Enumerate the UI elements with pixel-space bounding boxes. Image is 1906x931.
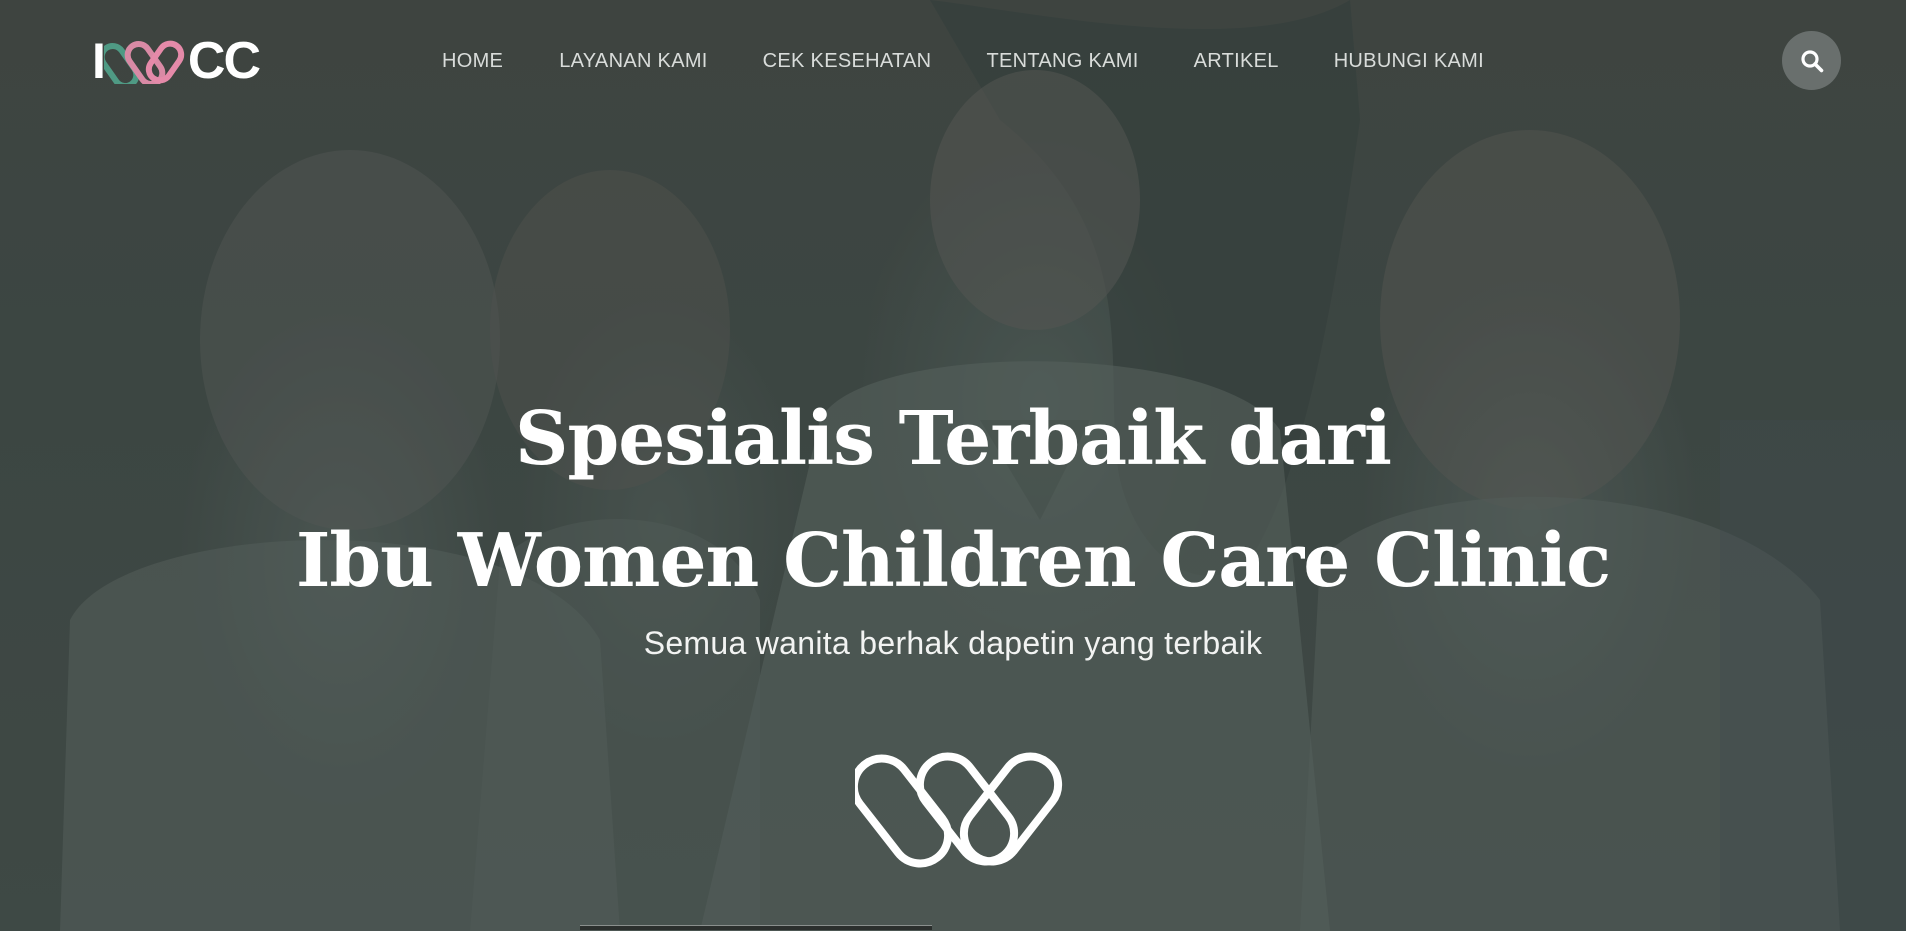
hero-title-line-1: Spesialis Terbaik dari (515, 396, 1392, 482)
search-icon (1800, 49, 1823, 72)
nav-item-layanan-kami[interactable]: LAYANAN KAMI (559, 50, 707, 73)
nav-item-home[interactable]: HOME (442, 50, 503, 73)
nav-item-artikel[interactable]: ARTIKEL (1194, 50, 1279, 73)
hero-title: Spesialis Terbaik dari Ibu Women Childre… (0, 378, 1906, 622)
site-logo[interactable]: I CC (92, 32, 267, 90)
horizontal-scrollbar[interactable] (580, 925, 932, 930)
search-button[interactable] (1782, 31, 1841, 90)
hero-title-line-2: Ibu Women Children Care Clinic (295, 518, 1611, 604)
w-ribbon-icon (855, 752, 1063, 868)
hero-section: I CC HOME LAYANAN KAMI CEK KESEHATAN TEN… (0, 0, 1906, 931)
nav-item-hubungi-kami[interactable]: HUBUNGI KAMI (1334, 50, 1484, 73)
heart-ribbon-icon (103, 40, 185, 84)
logo-letters-cc: CC (187, 32, 261, 90)
nav-item-cek-kesehatan[interactable]: CEK KESEHATAN (763, 50, 932, 73)
hero-subtitle: Semua wanita berhak dapetin yang terbaik (643, 625, 1263, 661)
main-nav: HOME LAYANAN KAMI CEK KESEHATAN TENTANG … (442, 46, 1484, 76)
nav-item-tentang-kami[interactable]: TENTANG KAMI (986, 50, 1138, 73)
site-header: I CC HOME LAYANAN KAMI CEK KESEHATAN TEN… (0, 0, 1906, 120)
